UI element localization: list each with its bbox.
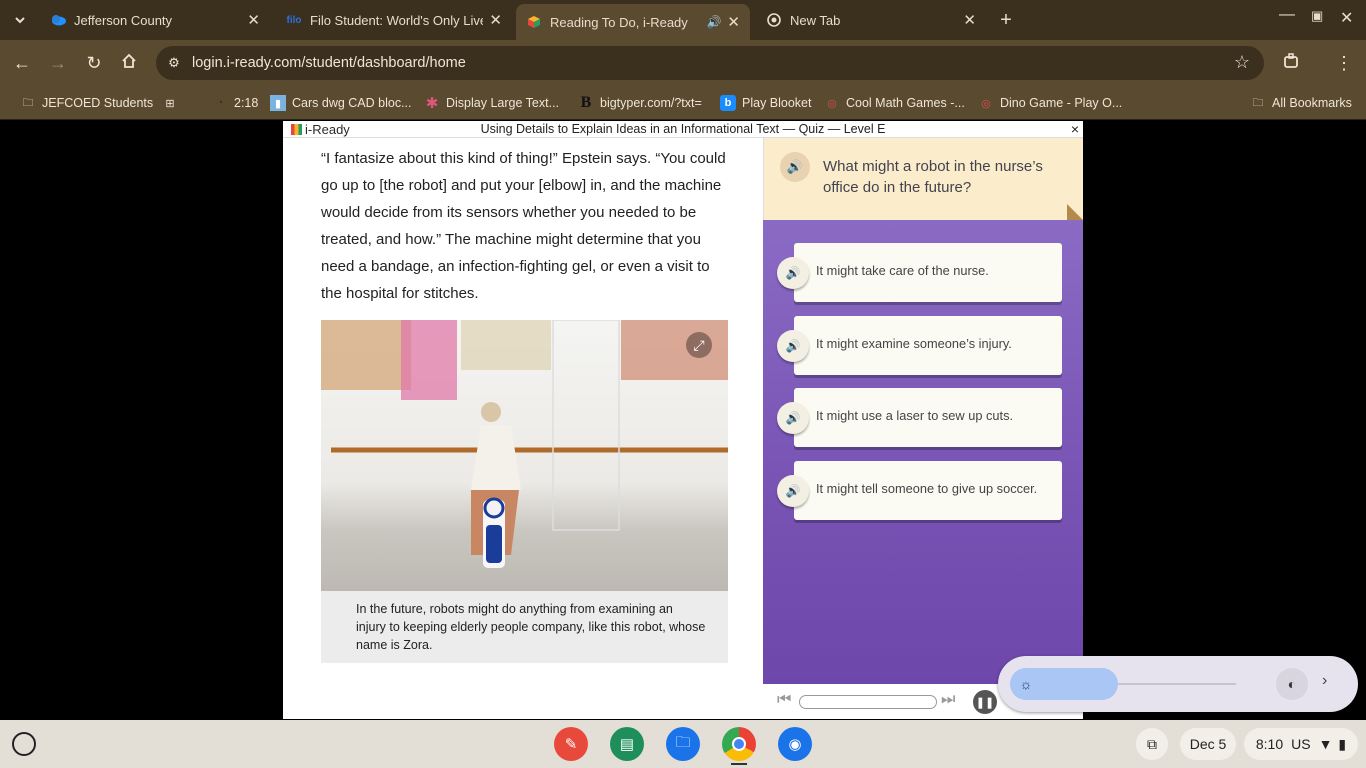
holding-space-icon[interactable]: ⧉ bbox=[1136, 728, 1168, 760]
new-tab-button[interactable]: + bbox=[994, 9, 1018, 32]
bookmark-star-icon[interactable]: ☆ bbox=[1234, 52, 1250, 73]
bookmarks-bar: 🗀 JEFCOED Students ⊞ ◔ 2:18 ▮ Cars dwg CAD … bbox=[0, 86, 1366, 120]
answer-choice[interactable]: It might tell someone to give up soccer. bbox=[794, 461, 1062, 520]
battery-icon: ▮ bbox=[1338, 735, 1347, 752]
night-light-icon[interactable]: ◐ bbox=[1276, 668, 1308, 700]
audio-progress-bar[interactable] bbox=[799, 695, 937, 709]
address-bar[interactable]: ⚙ login.i-ready.com/student/dashboard/ho… bbox=[156, 46, 1264, 80]
files-icon[interactable]: 🗀 bbox=[666, 727, 700, 761]
canvas-icon[interactable]: ✎ bbox=[554, 727, 588, 761]
bookmark-timer[interactable]: ◔ 2:18 bbox=[212, 94, 259, 112]
speaker-icon[interactable]: 🔊 bbox=[777, 475, 809, 507]
tab-filo[interactable]: filo Filo Student: World's Only Live I ✕ bbox=[276, 4, 512, 36]
brightness-slider[interactable]: ☼ bbox=[1010, 668, 1118, 700]
asterisk-icon: ✱ bbox=[425, 95, 439, 112]
answer-choice[interactable]: It might take care of the nurse. bbox=[794, 243, 1062, 302]
bookmark-blooket[interactable]: b Play Blooket bbox=[720, 94, 811, 112]
tab-title: Jefferson County bbox=[74, 12, 173, 28]
menu-kebab-icon[interactable]: ⋮ bbox=[1333, 52, 1355, 74]
close-tab-icon[interactable]: ✕ bbox=[247, 11, 260, 29]
clock-icon: ◔ bbox=[216, 97, 224, 109]
speaker-icon[interactable]: 🔊 bbox=[777, 257, 809, 289]
close-tab-icon[interactable]: ✕ bbox=[963, 11, 976, 29]
minimize-icon[interactable]: — bbox=[1279, 6, 1295, 24]
tab-iready[interactable]: Reading To Do, i-Ready 🔊 ✕ bbox=[516, 4, 750, 40]
active-app-indicator bbox=[731, 763, 747, 765]
page-fold bbox=[1067, 204, 1083, 220]
apps-grid-icon[interactable]: ⊞ bbox=[162, 94, 184, 112]
question-text: What might a robot in the nurse’s office… bbox=[823, 158, 1043, 196]
classroom-icon[interactable]: ▤ bbox=[610, 727, 644, 761]
blooket-icon: b bbox=[720, 95, 736, 111]
skip-forward-icon[interactable]: ⏭ bbox=[941, 691, 955, 709]
chevron-right-icon[interactable]: › bbox=[1322, 672, 1327, 690]
robot-photo: ⤢ bbox=[321, 320, 728, 591]
extensions-icon[interactable] bbox=[1280, 52, 1302, 74]
folder-icon: 🗀 bbox=[22, 96, 34, 109]
passage-text: “I fantasize about this kind of thing!” … bbox=[321, 150, 726, 302]
chrome-icon bbox=[766, 12, 782, 28]
image-caption: In the future, robots might do anything … bbox=[321, 591, 728, 663]
brightness-icon: ☼ bbox=[1019, 676, 1033, 692]
quiz-title: Using Details to Explain Ideas in an Inf… bbox=[480, 122, 886, 136]
speaker-icon[interactable]: 🔊 bbox=[780, 152, 810, 182]
close-window-icon[interactable]: ✕ bbox=[1340, 8, 1353, 28]
bookmark-dino-game[interactable]: ◎ Dino Game - Play O... bbox=[978, 94, 1122, 112]
bookmark-bigtyper[interactable]: Bbigtyper.com/?txt= bbox=[578, 94, 702, 112]
audio-playing-icon[interactable]: 🔊 bbox=[706, 15, 721, 29]
answer-choice[interactable]: It might examine someone’s injury. bbox=[794, 316, 1062, 375]
tab-new-tab[interactable]: New Tab ✕ bbox=[756, 4, 986, 36]
onedrive-icon bbox=[50, 12, 66, 28]
site-info-icon[interactable]: ⚙ bbox=[156, 55, 192, 71]
date-button[interactable]: Dec 5 bbox=[1180, 728, 1236, 760]
maximize-icon[interactable]: ▣ bbox=[1311, 8, 1323, 24]
forward-arrow-icon[interactable]: → bbox=[47, 52, 69, 74]
bookmark-cool-math[interactable]: ◎ Cool Math Games -... bbox=[824, 94, 965, 112]
answer-area: It might take care of the nurse. 🔊 It mi… bbox=[763, 220, 1083, 684]
url-text[interactable]: login.i-ready.com/student/dashboard/home bbox=[192, 55, 466, 71]
status-area[interactable]: 8:10 US ▼ ▮ bbox=[1244, 728, 1358, 760]
quiz-header: i-Ready Using Details to Explain Ideas i… bbox=[283, 121, 1083, 138]
folder-icon: 🗀 bbox=[1252, 96, 1264, 109]
close-tab-icon[interactable]: ✕ bbox=[489, 11, 502, 29]
close-tab-icon[interactable]: ✕ bbox=[727, 13, 740, 31]
quiz-panel: i-Ready Using Details to Explain Ideas i… bbox=[283, 121, 1083, 719]
brightness-control: ☼ ◐ › bbox=[998, 656, 1358, 712]
bookmark-display-large-text[interactable]: ✱ Display Large Text... bbox=[424, 94, 559, 112]
pause-icon[interactable]: ❚❚ bbox=[973, 690, 997, 714]
tab-search-button[interactable] bbox=[0, 0, 40, 40]
system-shelf: ✎ ▤ 🗀 ◉ ⧉ Dec 5 8:10 US ▼ ▮ bbox=[0, 720, 1366, 768]
close-icon[interactable]: × bbox=[1071, 121, 1079, 137]
skip-back-icon[interactable]: ⏮ bbox=[777, 691, 791, 709]
chrome-icon[interactable] bbox=[722, 727, 756, 761]
question-card: 🔊 What might a robot in the nurse’s offi… bbox=[763, 138, 1083, 220]
wifi-icon: ▼ bbox=[1318, 736, 1333, 752]
iready-icon bbox=[526, 14, 542, 30]
all-bookmarks-button[interactable]: 🗀 All Bookmarks bbox=[1250, 94, 1352, 112]
expand-image-icon[interactable]: ⤢ bbox=[686, 332, 712, 358]
home-icon[interactable] bbox=[118, 52, 140, 74]
cad-icon: ▮ bbox=[270, 95, 286, 111]
brightness-track[interactable] bbox=[1118, 683, 1236, 685]
launcher-icon[interactable] bbox=[12, 732, 36, 756]
bigtyper-icon: B bbox=[580, 94, 592, 111]
tab-jefferson-county[interactable]: Jefferson County ✕ bbox=[40, 4, 270, 36]
tab-title: Filo Student: World's Only Live I bbox=[310, 12, 484, 28]
target-icon: ◎ bbox=[981, 97, 991, 110]
bookmark-cars-cad[interactable]: ▮ Cars dwg CAD bloc... bbox=[270, 94, 411, 112]
tab-title: New Tab bbox=[790, 12, 841, 28]
tab-title: Reading To Do, i-Ready bbox=[550, 14, 688, 30]
speaker-icon[interactable]: 🔊 bbox=[777, 330, 809, 362]
filo-icon: filo bbox=[286, 14, 302, 26]
camera-icon[interactable]: ◉ bbox=[778, 727, 812, 761]
chevron-down-icon bbox=[15, 17, 25, 24]
answer-choice[interactable]: It might use a laser to sew up cuts. bbox=[794, 388, 1062, 447]
bookmark-jefcoed[interactable]: 🗀 JEFCOED Students bbox=[20, 94, 154, 112]
back-arrow-icon[interactable]: ← bbox=[11, 52, 33, 74]
reload-icon[interactable]: ↻ bbox=[83, 52, 105, 74]
target-icon: ◎ bbox=[827, 97, 837, 110]
speaker-icon[interactable]: 🔊 bbox=[777, 402, 809, 434]
